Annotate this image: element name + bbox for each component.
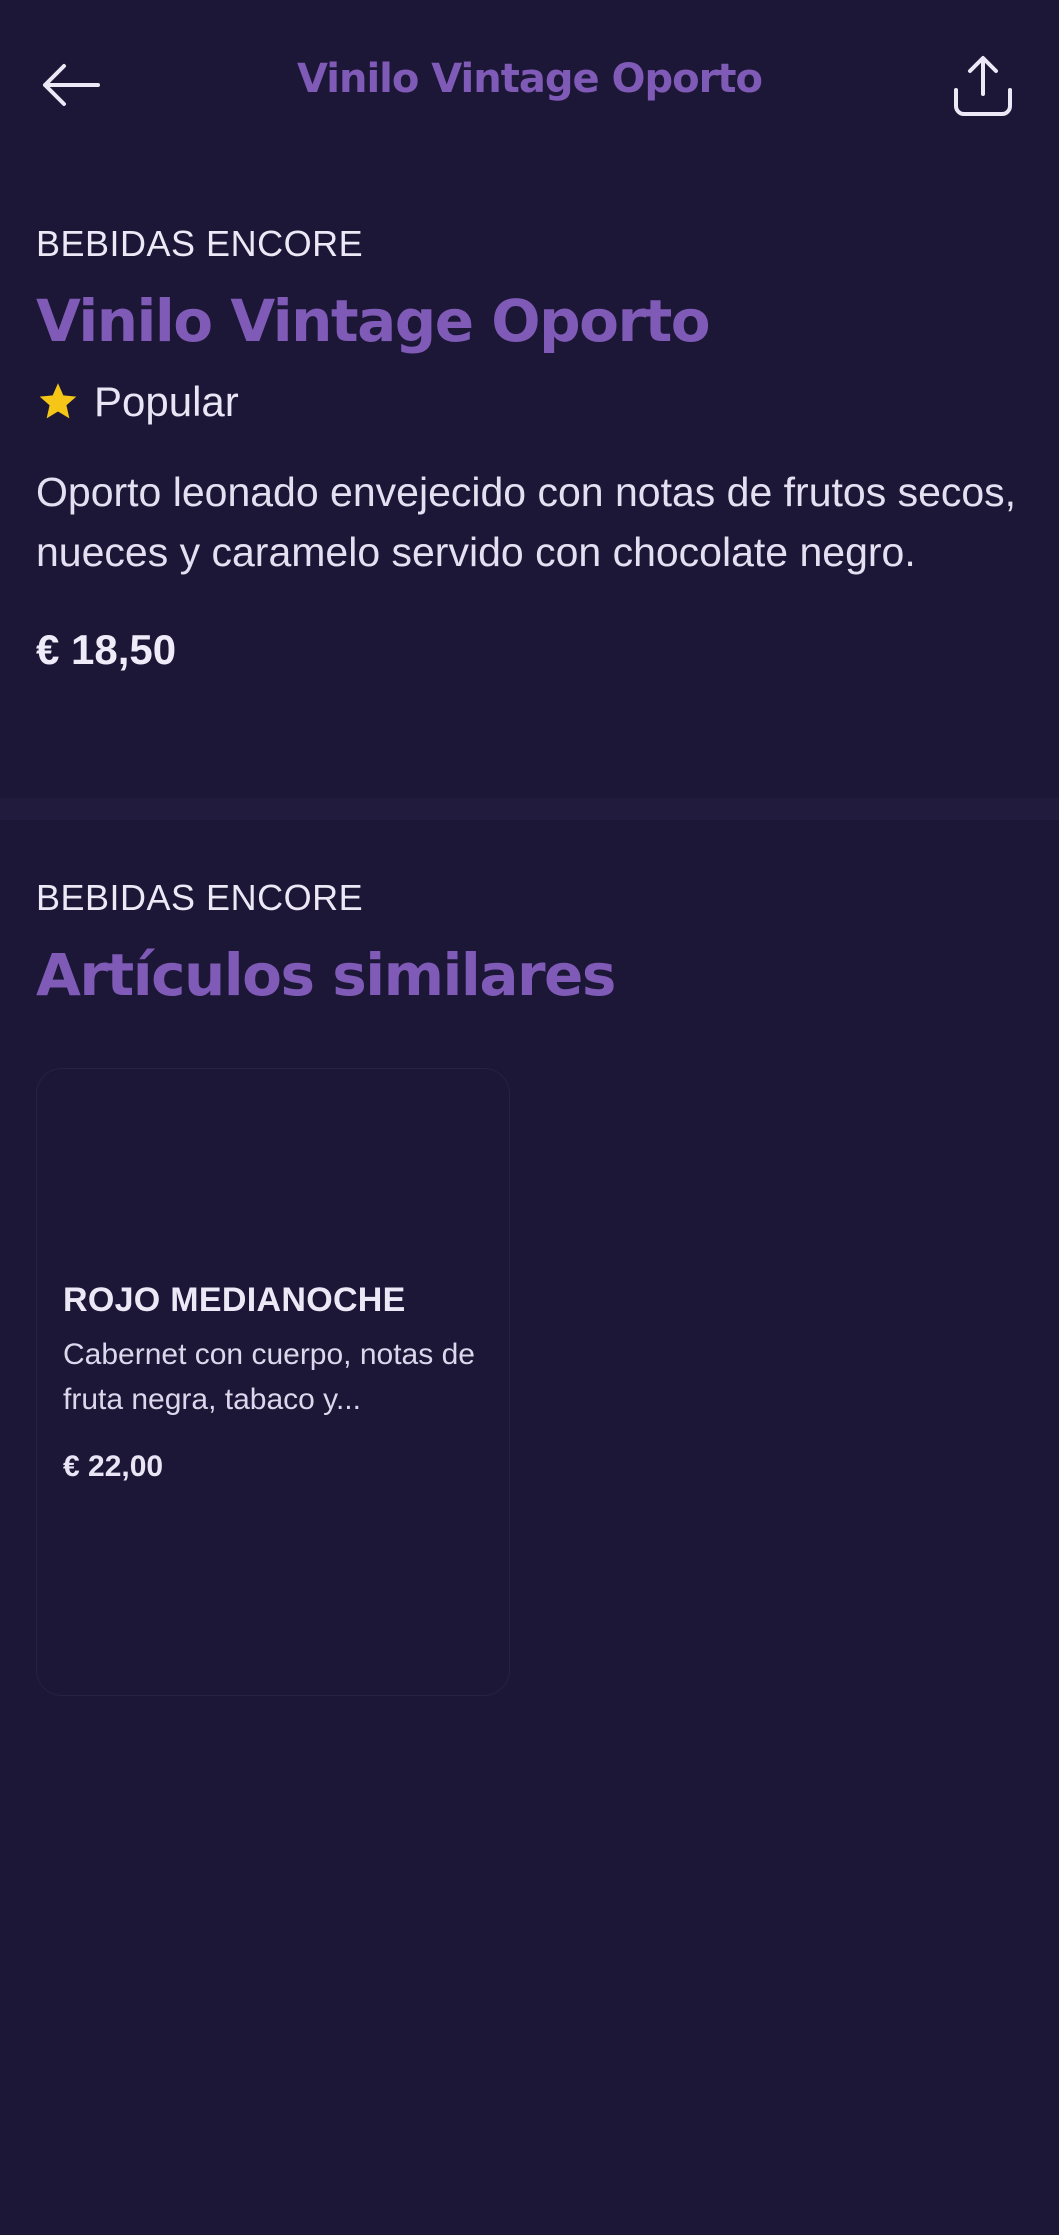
star-icon [39, 383, 77, 419]
product-brand: BEBIDAS ENCORE [36, 223, 364, 264]
similar-title: Artículos similares [36, 941, 616, 1009]
popular-label: Popular [94, 378, 239, 425]
popular-badge: Popular [36, 374, 1026, 430]
product-description: Oporto leonado envejecido con notas de f… [36, 469, 1017, 575]
share-button[interactable] [943, 46, 1023, 126]
card-description: Cabernet con cuerpo, notas de fruta negr… [63, 1338, 475, 1416]
section-divider [0, 798, 1059, 820]
top-app-bar: Vinilo Vintage Oporto [0, 0, 1059, 170]
share-icon [954, 56, 1012, 116]
similar-section: BEBIDAS ENCORE Artículos similares [36, 874, 1026, 1010]
card-price: € 22,00 [63, 1450, 164, 1483]
similar-item-card[interactable]: ROJO MEDIANOCHE Cabernet con cuerpo, not… [36, 1068, 510, 1696]
product-section: BEBIDAS ENCORE Vinilo Vintage Oporto Pop… [36, 220, 1026, 674]
card-content: ROJO MEDIANOCHE Cabernet con cuerpo, not… [63, 1281, 487, 1484]
product-price: € 18,50 [36, 626, 177, 673]
page-title: Vinilo Vintage Oporto [297, 56, 763, 102]
similar-brand: BEBIDAS ENCORE [36, 877, 364, 918]
card-name: ROJO MEDIANOCHE [63, 1281, 406, 1319]
product-name: Vinilo Vintage Oporto [36, 287, 711, 355]
